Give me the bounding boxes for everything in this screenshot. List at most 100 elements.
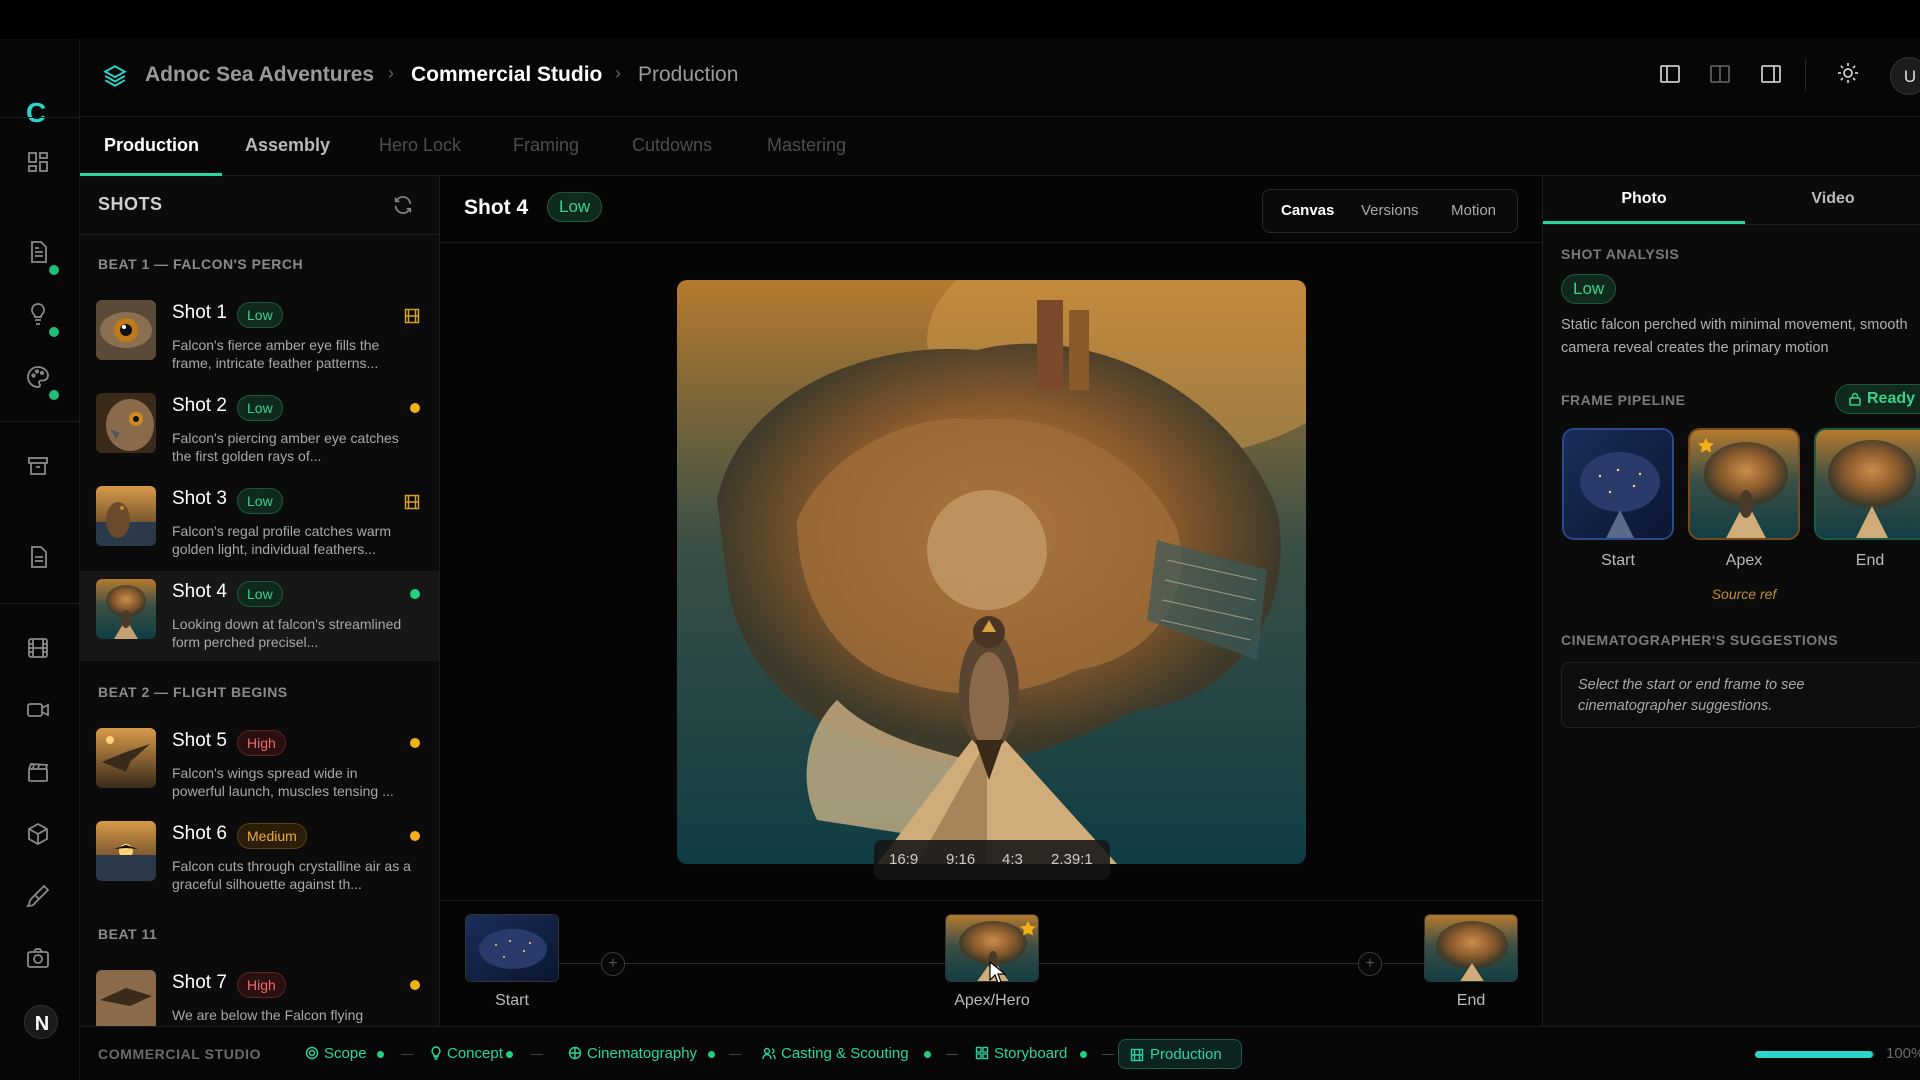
shot-item-7[interactable]: Shot 7 High We are below the Falcon flyi… bbox=[80, 962, 439, 1026]
shot-title: Shot 3 bbox=[172, 488, 227, 509]
lock-icon bbox=[1848, 392, 1862, 406]
breadcrumb-project[interactable]: Adnoc Sea Adventures bbox=[145, 63, 374, 87]
beat-header: BEAT 2 — FLIGHT BEGINS bbox=[98, 684, 288, 700]
tab-assembly[interactable]: Assembly bbox=[245, 135, 330, 156]
cube-icon[interactable] bbox=[26, 822, 50, 846]
refresh-icon[interactable] bbox=[392, 194, 414, 216]
sun-icon[interactable] bbox=[1836, 61, 1860, 85]
pipeline-start-frame[interactable] bbox=[1562, 428, 1674, 540]
inspector-panel: Photo Video SHOT ANALYSIS Low Static fal… bbox=[1542, 176, 1920, 1026]
shot-title: Shot 5 bbox=[172, 730, 227, 751]
complexity-badge: Low bbox=[547, 192, 603, 222]
shot-item-4[interactable]: Shot 4 Low Looking down at falcon's stre… bbox=[80, 571, 439, 661]
add-frame-button[interactable]: + bbox=[1358, 952, 1382, 976]
document-icon[interactable] bbox=[26, 240, 50, 264]
dashboard-icon[interactable] bbox=[26, 150, 50, 174]
aspect-2-39-1[interactable]: 2.39:1 bbox=[1051, 851, 1093, 868]
tab-video[interactable]: Video bbox=[1745, 176, 1920, 224]
add-frame-button[interactable]: + bbox=[601, 952, 625, 976]
aspect-9-16[interactable]: 9:16 bbox=[946, 851, 975, 868]
shot-heading: Shot 4 bbox=[464, 196, 529, 219]
camera-icon[interactable] bbox=[26, 946, 50, 970]
pipeline-end-frame[interactable] bbox=[1814, 428, 1920, 540]
suggestions-box: Select the start or end frame to see cin… bbox=[1561, 662, 1920, 728]
tab-mastering: Mastering bbox=[767, 135, 847, 155]
zoom-readout: 100% bbox=[1886, 1045, 1920, 1062]
step-production[interactable]: Production bbox=[1118, 1039, 1242, 1069]
shots-title: SHOTS bbox=[98, 194, 163, 214]
complexity-badge: Low bbox=[1561, 274, 1617, 304]
timeline-label: Start bbox=[495, 992, 529, 1009]
timeline-start-frame[interactable] bbox=[465, 914, 559, 982]
palette-icon[interactable] bbox=[26, 365, 50, 389]
shot-title: Shot 2 bbox=[172, 395, 227, 416]
top-header: Adnoc Sea Adventures › Commercial Studio… bbox=[80, 39, 1920, 117]
frame-pipeline-title: FRAME PIPELINE bbox=[1561, 392, 1686, 408]
pipeline-apex-frame[interactable] bbox=[1688, 428, 1800, 540]
brush-icon[interactable] bbox=[26, 884, 50, 908]
complexity-badge: Low bbox=[237, 395, 283, 421]
shots-panel: SHOTS BEAT 1 — FALCON'S PERCH Shot 1 Low… bbox=[80, 176, 440, 1026]
pipeline-label: End bbox=[1855, 552, 1885, 569]
shot-thumbnail bbox=[96, 728, 156, 788]
panel-right-icon[interactable] bbox=[1759, 62, 1783, 86]
shot-thumbnail bbox=[96, 486, 156, 546]
aspect-16-9[interactable]: 16:9 bbox=[889, 851, 918, 868]
aspect-4-3[interactable]: 4:3 bbox=[1002, 851, 1023, 868]
view-mode-versions[interactable]: Versions bbox=[1361, 202, 1419, 219]
shot-description: Falcon's piercing amber eye catches the … bbox=[172, 430, 399, 464]
film-icon bbox=[404, 308, 420, 324]
app-logo[interactable]: C bbox=[26, 97, 46, 129]
shot-description: Falcon's regal profile catches warm gold… bbox=[172, 523, 391, 557]
status-dot bbox=[410, 980, 420, 990]
shot-description: Falcon's fierce amber eye fills the fram… bbox=[172, 337, 380, 371]
left-rail: C N bbox=[0, 39, 80, 1080]
timeline-label: End bbox=[1456, 992, 1486, 1009]
shot-item-6[interactable]: Shot 6 Medium Falcon cuts through crysta… bbox=[80, 813, 439, 903]
shot-item-3[interactable]: Shot 3 Low Falcon's regal profile catche… bbox=[80, 478, 439, 568]
lightbulb-icon[interactable] bbox=[26, 302, 50, 326]
suggestions-title: CINEMATOGRAPHER'S SUGGESTIONS bbox=[1561, 632, 1839, 648]
shot-item-5[interactable]: Shot 5 High Falcon's wings spread wide i… bbox=[80, 720, 439, 810]
complexity-badge: Low bbox=[237, 581, 283, 607]
beat-header: BEAT 11 bbox=[98, 926, 158, 942]
workspace-avatar[interactable]: N bbox=[24, 1005, 58, 1039]
pipeline-label: Apex bbox=[1725, 552, 1763, 569]
complexity-badge: Low bbox=[237, 488, 283, 514]
tab-photo[interactable]: Photo bbox=[1543, 176, 1745, 224]
shot-description: We are below the Falcon flying bbox=[172, 1007, 364, 1023]
progress-bar bbox=[1755, 1051, 1875, 1058]
breadcrumb-studio[interactable]: Commercial Studio bbox=[411, 63, 602, 87]
tab-hero-lock: Hero Lock bbox=[379, 135, 462, 155]
shot-item-1[interactable]: Shot 1 Low Falcon's fierce amber eye fil… bbox=[80, 292, 439, 382]
aspect-ratio-bar: 16:9 9:16 4:3 2.39:1 bbox=[874, 840, 1110, 880]
panel-left-icon[interactable] bbox=[1658, 62, 1682, 86]
shot-description: Looking down at falcon's streamlined for… bbox=[172, 616, 402, 650]
shot-item-2[interactable]: Shot 2 Low Falcon's piercing amber eye c… bbox=[80, 385, 439, 475]
file-text-icon[interactable] bbox=[26, 545, 50, 569]
shot-title: Shot 4 bbox=[172, 581, 227, 602]
status-dot bbox=[49, 390, 59, 400]
status-dot bbox=[410, 831, 420, 841]
archive-icon[interactable] bbox=[26, 454, 50, 478]
user-avatar[interactable]: U bbox=[1890, 57, 1920, 95]
status-dot bbox=[410, 589, 420, 599]
shot-title: Shot 7 bbox=[172, 972, 227, 993]
shot-thumbnail bbox=[96, 821, 156, 881]
film-icon[interactable] bbox=[26, 636, 50, 660]
clapperboard-icon[interactable] bbox=[26, 760, 50, 784]
shot-thumbnail bbox=[96, 970, 156, 1026]
shot-thumbnail bbox=[96, 393, 156, 453]
video-camera-icon[interactable] bbox=[26, 698, 50, 722]
view-mode-canvas[interactable]: Canvas bbox=[1281, 202, 1334, 219]
view-mode-motion[interactable]: Motion bbox=[1451, 202, 1496, 219]
tab-production[interactable]: Production bbox=[104, 135, 199, 156]
breadcrumb-page: Production bbox=[638, 63, 739, 86]
shot-thumbnail bbox=[96, 300, 156, 360]
status-dot bbox=[410, 738, 420, 748]
timeline-end-frame[interactable] bbox=[1424, 914, 1518, 982]
panel-split-icon[interactable] bbox=[1708, 62, 1732, 86]
complexity-badge: High bbox=[237, 972, 286, 998]
tab-framing: Framing bbox=[513, 135, 580, 155]
main-canvas-image[interactable] bbox=[677, 280, 1306, 864]
